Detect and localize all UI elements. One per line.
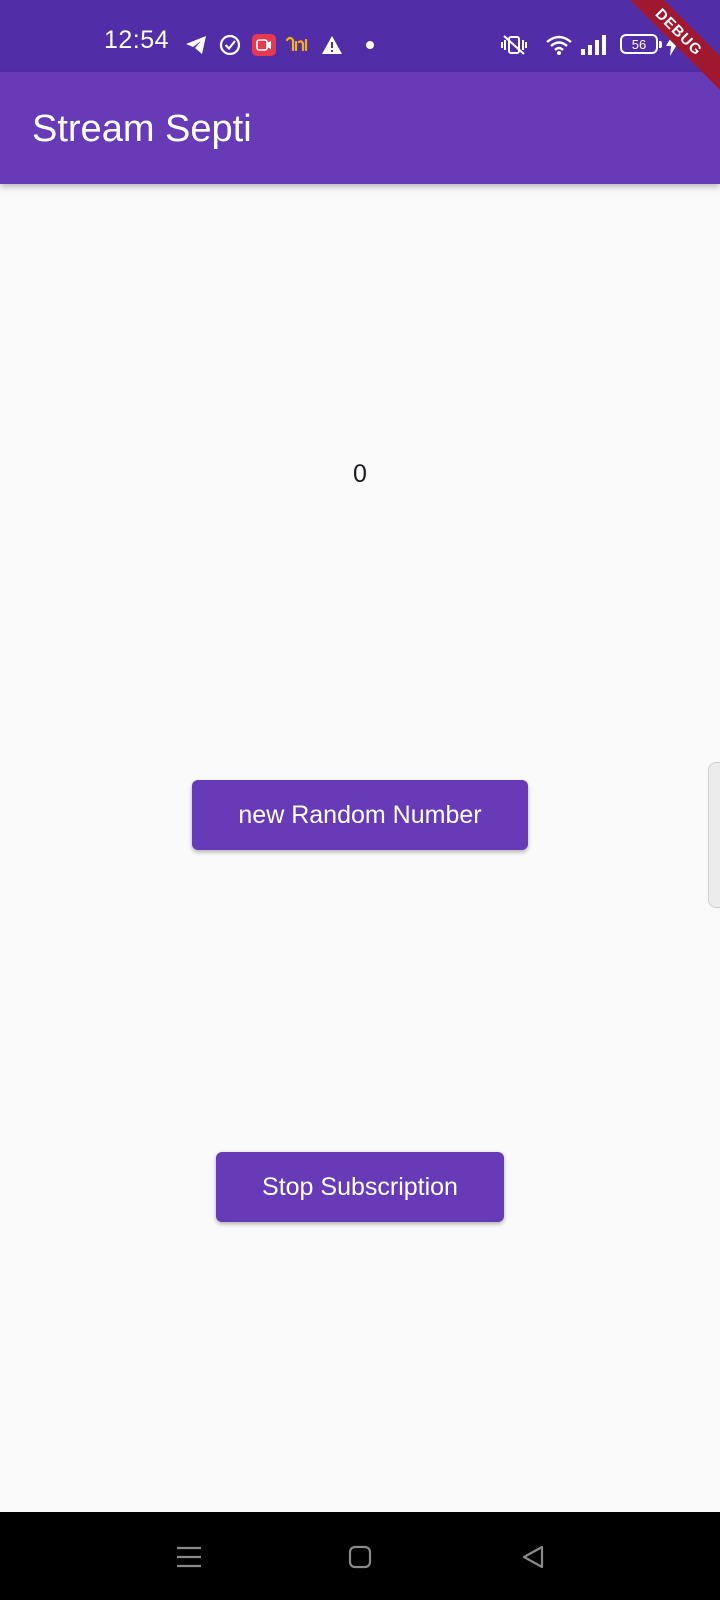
back-icon[interactable] xyxy=(518,1542,548,1572)
app-title: Stream Septi xyxy=(32,108,252,150)
telegram-icon xyxy=(184,33,208,57)
app-bar: Stream Septi xyxy=(0,72,720,184)
liyin-app-icon xyxy=(285,33,311,57)
navigation-bar xyxy=(0,1512,720,1600)
menu-icon[interactable] xyxy=(174,1542,204,1572)
battery-icon: 56 xyxy=(620,34,662,54)
wifi-icon xyxy=(546,33,572,57)
status-time: 12:54 xyxy=(104,26,170,54)
edge-panel-handle[interactable] xyxy=(708,762,720,908)
home-icon[interactable] xyxy=(345,1542,375,1572)
stop-subscription-button[interactable]: Stop Subscription xyxy=(216,1152,504,1222)
status-bar: 12:54 56 xyxy=(0,0,720,72)
random-number-display: 0 xyxy=(353,460,367,488)
new-random-number-button[interactable]: new Random Number xyxy=(192,780,528,850)
warning-icon xyxy=(320,33,344,57)
signal-icon xyxy=(580,33,606,57)
screen-record-icon xyxy=(252,33,276,57)
dot-icon xyxy=(358,33,382,57)
check-circle-icon xyxy=(218,33,242,57)
vibrate-icon xyxy=(500,33,528,57)
screen: 12:54 56 DEBUG Stream Septi 0 new Random… xyxy=(0,0,720,1600)
